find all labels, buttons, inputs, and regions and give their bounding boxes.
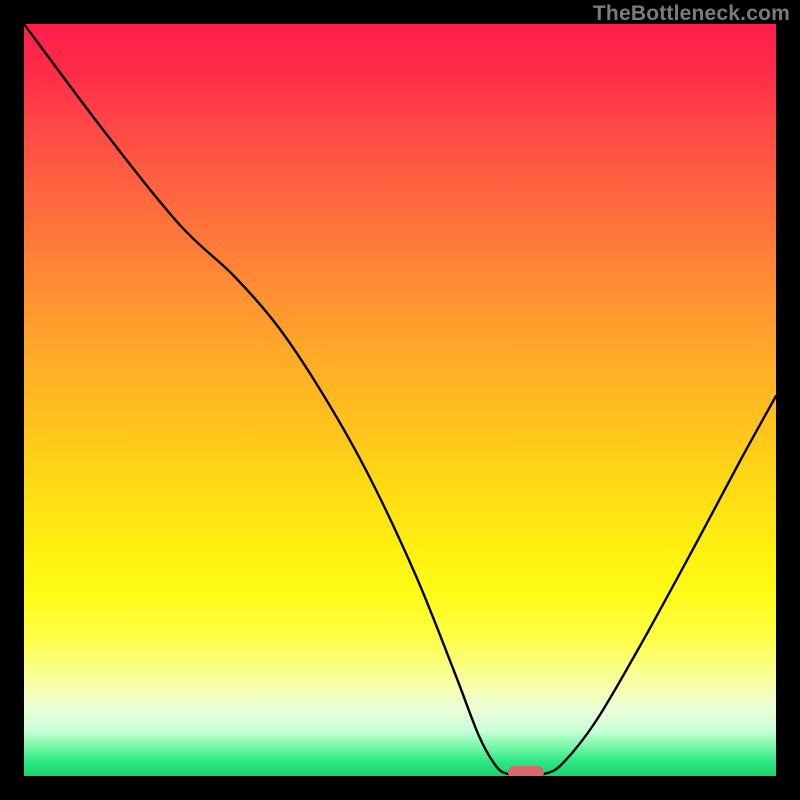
plot-area [24,24,776,776]
bottleneck-curve [24,24,776,776]
chart-frame: TheBottleneck.com [0,0,800,800]
watermark-text: TheBottleneck.com [593,2,790,26]
optimal-marker [508,766,544,776]
